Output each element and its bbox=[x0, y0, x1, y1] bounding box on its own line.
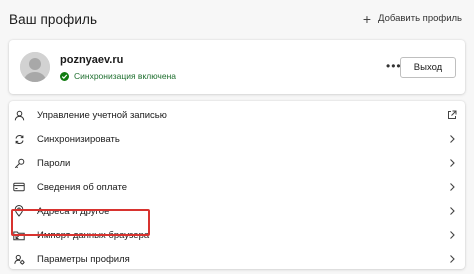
import-icon bbox=[13, 229, 25, 241]
external-link-icon bbox=[447, 110, 457, 120]
chevron-right-icon bbox=[447, 134, 457, 144]
sync-status-label: Синхронизация включена bbox=[74, 71, 176, 81]
key-icon bbox=[13, 157, 25, 169]
menu-item-label: Пароли bbox=[37, 157, 71, 169]
chevron-right-icon bbox=[447, 182, 457, 192]
menu-item-label: Управление учетной записью bbox=[37, 109, 167, 121]
menu-item-profile-settings[interactable]: Параметры профиля bbox=[9, 247, 465, 271]
profile-settings-icon bbox=[13, 253, 25, 265]
sync-status: Синхронизация включена bbox=[60, 71, 176, 81]
check-circle-icon bbox=[60, 71, 69, 81]
location-icon bbox=[13, 205, 25, 217]
page-title: Ваш профиль bbox=[9, 12, 98, 27]
sync-icon bbox=[13, 133, 25, 145]
account-icon bbox=[13, 109, 25, 121]
menu-item-import-browser-data[interactable]: Импорт данных браузера bbox=[9, 223, 465, 247]
menu-item-label: Импорт данных браузера bbox=[37, 229, 150, 241]
avatar-person-icon bbox=[20, 52, 50, 82]
menu-item-sync[interactable]: Синхронизировать bbox=[9, 127, 465, 151]
logout-button[interactable]: Выход bbox=[400, 57, 456, 78]
menu-item-addresses[interactable]: Адреса и другое bbox=[9, 199, 465, 223]
menu-item-label: Параметры профиля bbox=[37, 253, 130, 265]
chevron-right-icon bbox=[447, 206, 457, 216]
add-profile-button[interactable]: + Добавить профиль bbox=[362, 10, 462, 27]
profile-menu: Управление учетной записью Синхронизиров… bbox=[9, 101, 465, 269]
chevron-right-icon bbox=[447, 230, 457, 240]
menu-item-manage-account[interactable]: Управление учетной записью bbox=[9, 103, 465, 127]
profile-settings-page: Ваш профиль + Добавить профиль poznyaev.… bbox=[0, 0, 474, 274]
card-icon bbox=[13, 181, 25, 193]
profile-card: poznyaev.ru Синхронизация включена ••• В… bbox=[9, 40, 465, 94]
menu-item-passwords[interactable]: Пароли bbox=[9, 151, 465, 175]
chevron-right-icon bbox=[447, 158, 457, 168]
plus-icon: + bbox=[362, 10, 372, 27]
menu-item-label: Синхронизировать bbox=[37, 133, 120, 145]
add-profile-label: Добавить профиль bbox=[378, 13, 462, 24]
menu-item-label: Адреса и другое bbox=[37, 205, 110, 217]
avatar[interactable] bbox=[20, 52, 50, 82]
profile-name: poznyaev.ru bbox=[60, 54, 124, 66]
menu-item-label: Сведения об оплате bbox=[37, 181, 127, 193]
menu-item-payment-info[interactable]: Сведения об оплате bbox=[9, 175, 465, 199]
chevron-right-icon bbox=[447, 254, 457, 264]
